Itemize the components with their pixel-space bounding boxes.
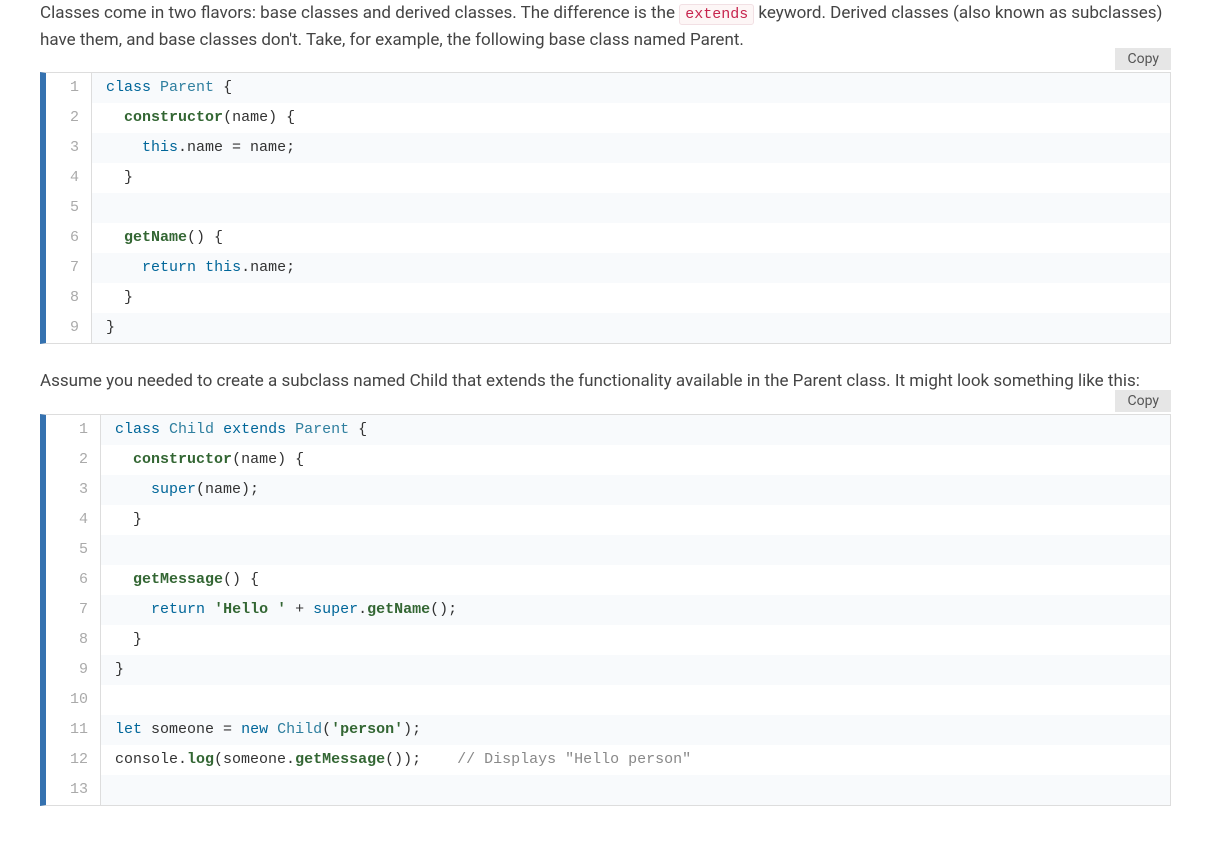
- line-number: 5: [46, 535, 100, 565]
- code-line: }: [92, 313, 1170, 343]
- code-line: class Child extends Parent {: [101, 415, 1170, 445]
- code-line: [92, 193, 1170, 223]
- line-number: 3: [46, 133, 91, 163]
- code-line: constructor(name) {: [92, 103, 1170, 133]
- code-line: return 'Hello ' + super.getName();: [101, 595, 1170, 625]
- code-line: super(name);: [101, 475, 1170, 505]
- line-number: 11: [46, 715, 100, 745]
- copy-button[interactable]: Copy: [1115, 390, 1171, 412]
- code-content: class Parent { constructor(name) { this.…: [92, 73, 1170, 343]
- inline-code-extends: extends: [679, 4, 754, 25]
- line-number: 1: [46, 415, 100, 445]
- line-number: 5: [46, 193, 91, 223]
- line-number: 6: [46, 223, 91, 253]
- code-line: }: [101, 625, 1170, 655]
- code-line: getName() {: [92, 223, 1170, 253]
- code-block-parent: Copy 123456789 class Parent { constructo…: [40, 72, 1171, 344]
- line-number: 10: [46, 685, 100, 715]
- line-number: 4: [46, 163, 91, 193]
- copy-button[interactable]: Copy: [1115, 48, 1171, 70]
- line-number: 13: [46, 775, 100, 805]
- code-line: }: [92, 163, 1170, 193]
- code-line: constructor(name) {: [101, 445, 1170, 475]
- code-line: class Parent {: [92, 73, 1170, 103]
- line-number: 2: [46, 103, 91, 133]
- line-number: 7: [46, 595, 100, 625]
- line-number-gutter: 12345678910111213: [46, 415, 101, 805]
- line-number: 3: [46, 475, 100, 505]
- code-line: return this.name;: [92, 253, 1170, 283]
- code-line: }: [92, 283, 1170, 313]
- code-line: console.log(someone.getMessage()); // Di…: [101, 745, 1170, 775]
- line-number-gutter: 123456789: [46, 73, 92, 343]
- paragraph-1: Classes come in two flavors: base classe…: [40, 0, 1171, 54]
- code-block-child: Copy 12345678910111213 class Child exten…: [40, 414, 1171, 806]
- line-number: 7: [46, 253, 91, 283]
- paragraph-2: Assume you needed to create a subclass n…: [40, 368, 1171, 395]
- code-line: this.name = name;: [92, 133, 1170, 163]
- code-line: let someone = new Child('person');: [101, 715, 1170, 745]
- code-line: [101, 685, 1170, 715]
- line-number: 1: [46, 73, 91, 103]
- line-number: 9: [46, 313, 91, 343]
- code-line: getMessage() {: [101, 565, 1170, 595]
- line-number: 12: [46, 745, 100, 775]
- line-number: 2: [46, 445, 100, 475]
- code-content: class Child extends Parent { constructor…: [101, 415, 1170, 805]
- code-line: [101, 775, 1170, 805]
- code-line: [101, 535, 1170, 565]
- code-block: 12345678910111213 class Child extends Pa…: [40, 414, 1171, 806]
- code-line: }: [101, 505, 1170, 535]
- line-number: 8: [46, 283, 91, 313]
- line-number: 6: [46, 565, 100, 595]
- line-number: 4: [46, 505, 100, 535]
- line-number: 8: [46, 625, 100, 655]
- line-number: 9: [46, 655, 100, 685]
- code-block: 123456789 class Parent { constructor(nam…: [40, 72, 1171, 344]
- para1-pre: Classes come in two flavors: base classe…: [40, 3, 679, 23]
- code-line: }: [101, 655, 1170, 685]
